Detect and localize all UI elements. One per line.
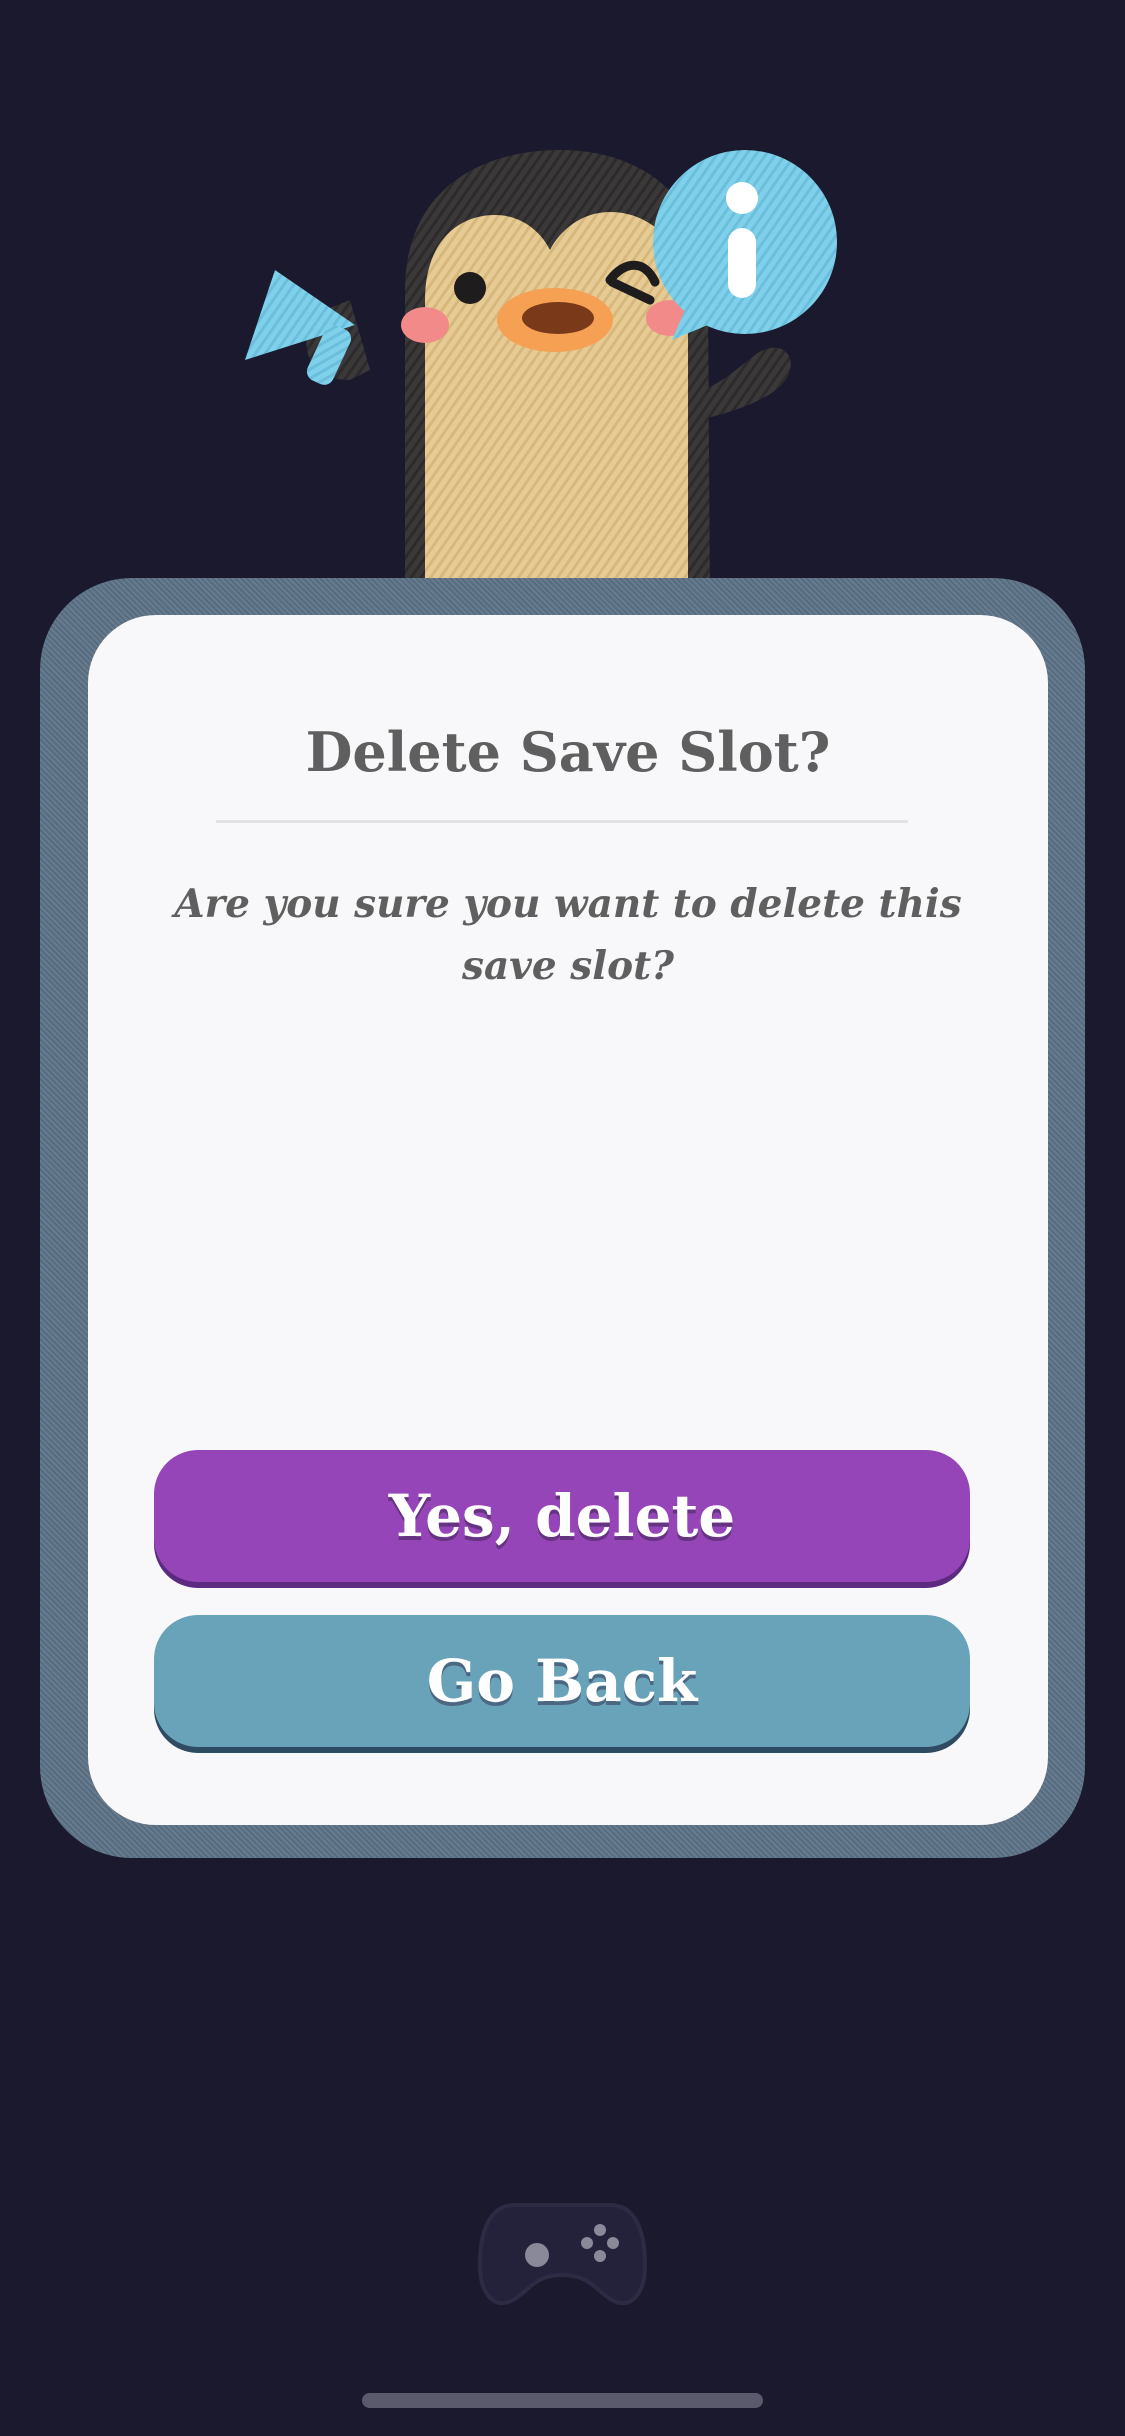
penguin-mascot <box>245 150 837 610</box>
dialog-message: Are you sure you want to delete this sav… <box>174 881 962 989</box>
dialog-divider <box>216 820 908 823</box>
confirm-delete-dialog: Delete Save Slot? Are you sure you want … <box>88 615 1048 1825</box>
screen: { "dialog": { "title": "Delete Save Slot… <box>0 0 1125 2436</box>
yes-delete-button[interactable]: Yes, delete <box>154 1450 970 1582</box>
dialog-title: Delete Save Slot? <box>305 720 831 784</box>
home-indicator[interactable] <box>362 2393 763 2408</box>
gamepad-icon[interactable] <box>475 2185 650 2315</box>
go-back-button[interactable]: Go Back <box>154 1615 970 1747</box>
